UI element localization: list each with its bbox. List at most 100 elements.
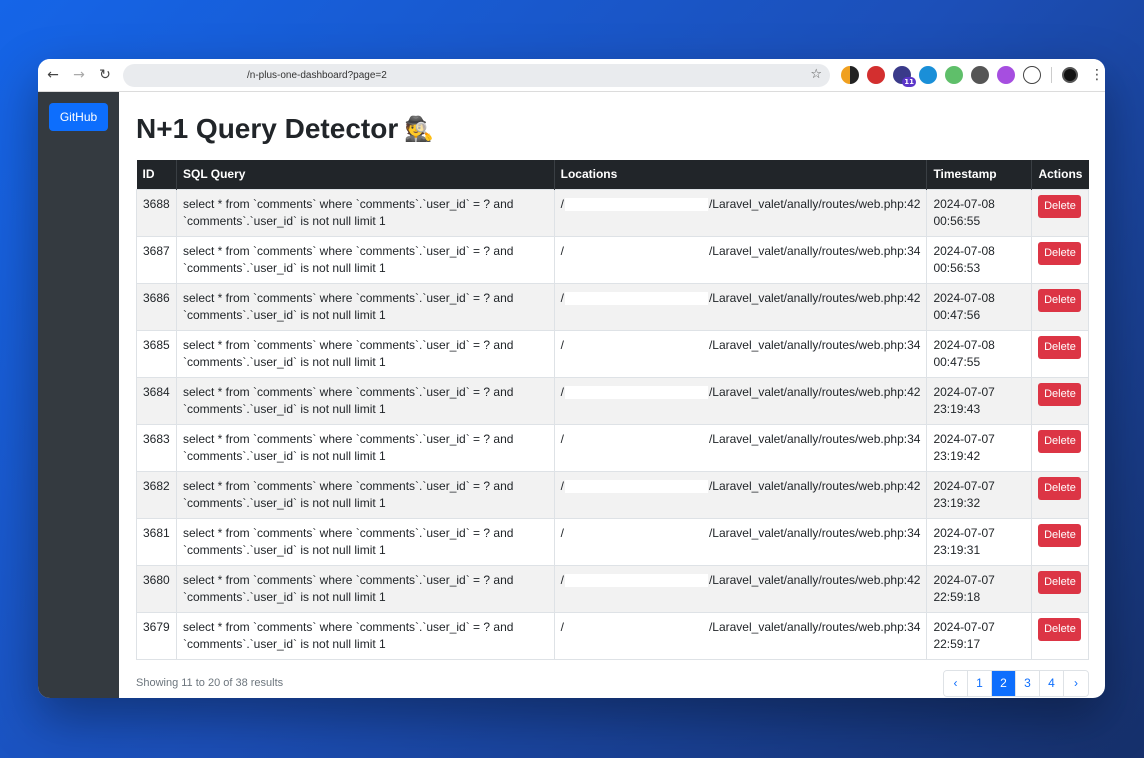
timestamp-date: 2024-07-07 bbox=[933, 525, 995, 540]
pagination-prev-button[interactable]: ‹ bbox=[944, 670, 968, 696]
cell-sql-query: select * from `comments` where `comments… bbox=[175, 282, 555, 331]
cell-sql-query: select * from `comments` where `comments… bbox=[175, 611, 555, 660]
table-row: 3684 select * from `comments` where `com… bbox=[136, 376, 1089, 425]
extension-4-icon[interactable] bbox=[997, 66, 1015, 84]
cell-sql-query: select * from `comments` where `comments… bbox=[175, 564, 555, 613]
extension-3-icon[interactable] bbox=[919, 66, 937, 84]
column-header-locations: Locations bbox=[554, 160, 928, 189]
profile-avatar[interactable] bbox=[1062, 67, 1078, 83]
browser-window: ← → ↻ /n-plus-one-dashboard?page=2 ☆ 11 … bbox=[38, 59, 1105, 698]
delete-button[interactable]: Delete bbox=[1038, 476, 1082, 500]
cell-sql-query: select * from `comments` where `comments… bbox=[175, 235, 555, 284]
cell-actions: Delete bbox=[1031, 329, 1089, 378]
timestamp-time: 23:19:32 bbox=[933, 495, 981, 510]
cell-sql-query: select * from `comments` where `comments… bbox=[175, 517, 555, 566]
pagination-next-button[interactable]: › bbox=[1064, 670, 1088, 696]
cell-sql-query: select * from `comments` where `comments… bbox=[175, 188, 555, 237]
cell-location: / /Laravel_valet/anally/routes/web.php:34 bbox=[553, 517, 928, 566]
cell-location: / /Laravel_valet/anally/routes/web.php:42 bbox=[553, 564, 928, 613]
back-icon[interactable]: ← bbox=[40, 62, 66, 88]
delete-button[interactable]: Delete bbox=[1038, 288, 1082, 312]
cell-actions: Delete bbox=[1031, 517, 1089, 566]
table-header-row: ID SQL Query Locations Timestamp Actions bbox=[136, 160, 1089, 189]
table-footer: Showing 11 to 20 of 38 results ‹ 1 2 3 4 › bbox=[136, 669, 1089, 697]
cell-id: 3682 bbox=[136, 470, 177, 519]
pagination-page-2[interactable]: 2 bbox=[992, 670, 1016, 696]
cell-sql-query: select * from `comments` where `comments… bbox=[175, 470, 555, 519]
cell-id: 3684 bbox=[136, 376, 177, 425]
extension-printer-icon[interactable] bbox=[971, 66, 989, 84]
location-suffix: /Laravel_valet/anally/routes/web.php:42 bbox=[708, 196, 921, 211]
cell-timestamp: 2024-07-07 22:59:18 bbox=[926, 564, 1033, 613]
toolbar-divider bbox=[1051, 67, 1052, 83]
extension-1-icon[interactable] bbox=[841, 66, 859, 84]
results-summary: Showing 11 to 20 of 38 results bbox=[136, 677, 284, 689]
redacted-path bbox=[564, 573, 708, 587]
cell-id: 3688 bbox=[136, 188, 177, 237]
table-row: 3687 select * from `comments` where `com… bbox=[136, 235, 1089, 284]
cell-actions: Delete bbox=[1031, 235, 1089, 284]
cell-id: 3680 bbox=[136, 564, 177, 613]
bookmark-star-icon[interactable]: ☆ bbox=[810, 67, 822, 82]
timestamp-date: 2024-07-07 bbox=[933, 572, 995, 587]
main-panel: N+1 Query Detector 🕵 ID SQL Query Locati… bbox=[119, 92, 1105, 698]
table-row: 3688 select * from `comments` where `com… bbox=[136, 188, 1089, 237]
extension-2-icon[interactable]: 11 bbox=[893, 66, 916, 87]
location-suffix: /Laravel_valet/anally/routes/web.php:34 bbox=[708, 337, 921, 352]
delete-button[interactable]: Delete bbox=[1038, 241, 1082, 265]
nav-buttons: ← → ↻ bbox=[40, 62, 118, 88]
cell-location: / /Laravel_valet/anally/routes/web.php:34 bbox=[553, 329, 928, 378]
detective-icon: 🕵 bbox=[404, 115, 435, 143]
cell-actions: Delete bbox=[1031, 423, 1089, 472]
location-suffix: /Laravel_valet/anally/routes/web.php:42 bbox=[708, 384, 921, 399]
redacted-path bbox=[564, 338, 708, 352]
address-bar[interactable]: /n-plus-one-dashboard?page=2 ☆ bbox=[123, 64, 830, 87]
timestamp-date: 2024-07-07 bbox=[933, 384, 995, 399]
location-prefix: / bbox=[560, 525, 564, 540]
location-prefix: / bbox=[560, 478, 564, 493]
location-prefix: / bbox=[560, 572, 564, 587]
timestamp-date: 2024-07-07 bbox=[933, 619, 995, 634]
pagination-page-4[interactable]: 4 bbox=[1040, 670, 1064, 696]
delete-button[interactable]: Delete bbox=[1038, 523, 1082, 547]
pagination-page-1[interactable]: 1 bbox=[968, 670, 992, 696]
pagination: ‹ 1 2 3 4 › bbox=[943, 669, 1089, 697]
address-url: /n-plus-one-dashboard?page=2 bbox=[247, 70, 387, 81]
pagination-page-3[interactable]: 3 bbox=[1016, 670, 1040, 696]
cell-actions: Delete bbox=[1031, 188, 1089, 237]
cell-timestamp: 2024-07-07 23:19:43 bbox=[926, 376, 1033, 425]
delete-button[interactable]: Delete bbox=[1038, 429, 1082, 453]
reload-icon[interactable]: ↻ bbox=[92, 62, 118, 88]
forward-icon[interactable]: → bbox=[66, 62, 92, 88]
browser-menu-icon[interactable]: ⋮ bbox=[1090, 67, 1104, 83]
delete-button[interactable]: Delete bbox=[1038, 335, 1082, 359]
timestamp-time: 00:47:56 bbox=[933, 307, 981, 322]
location-suffix: /Laravel_valet/anally/routes/web.php:34 bbox=[708, 431, 921, 446]
redacted-host bbox=[123, 64, 247, 87]
timestamp-date: 2024-07-08 bbox=[933, 337, 995, 352]
location-prefix: / bbox=[560, 243, 564, 258]
extension-bug-icon[interactable] bbox=[945, 66, 963, 84]
column-header-id: ID bbox=[136, 160, 177, 189]
extension-shield-icon[interactable] bbox=[867, 66, 885, 84]
timestamp-date: 2024-07-08 bbox=[933, 290, 995, 305]
timestamp-time: 00:56:55 bbox=[933, 213, 981, 228]
delete-button[interactable]: Delete bbox=[1038, 617, 1082, 641]
table-row: 3682 select * from `comments` where `com… bbox=[136, 470, 1089, 519]
delete-button[interactable]: Delete bbox=[1038, 382, 1082, 406]
cell-location: / /Laravel_valet/anally/routes/web.php:34 bbox=[553, 235, 928, 284]
github-button[interactable]: GitHub bbox=[49, 103, 108, 131]
column-header-timestamp: Timestamp bbox=[926, 160, 1033, 189]
cell-actions: Delete bbox=[1031, 470, 1089, 519]
redacted-path bbox=[564, 291, 708, 305]
extensions-puzzle-icon[interactable] bbox=[1023, 66, 1041, 84]
redacted-path bbox=[564, 432, 708, 446]
location-prefix: / bbox=[560, 337, 564, 352]
redacted-path bbox=[564, 244, 708, 258]
delete-button[interactable]: Delete bbox=[1038, 570, 1082, 594]
location-suffix: /Laravel_valet/anally/routes/web.php:34 bbox=[708, 525, 921, 540]
location-prefix: / bbox=[560, 431, 564, 446]
cell-timestamp: 2024-07-08 00:56:55 bbox=[926, 188, 1033, 237]
location-prefix: / bbox=[560, 196, 564, 211]
delete-button[interactable]: Delete bbox=[1038, 194, 1082, 218]
